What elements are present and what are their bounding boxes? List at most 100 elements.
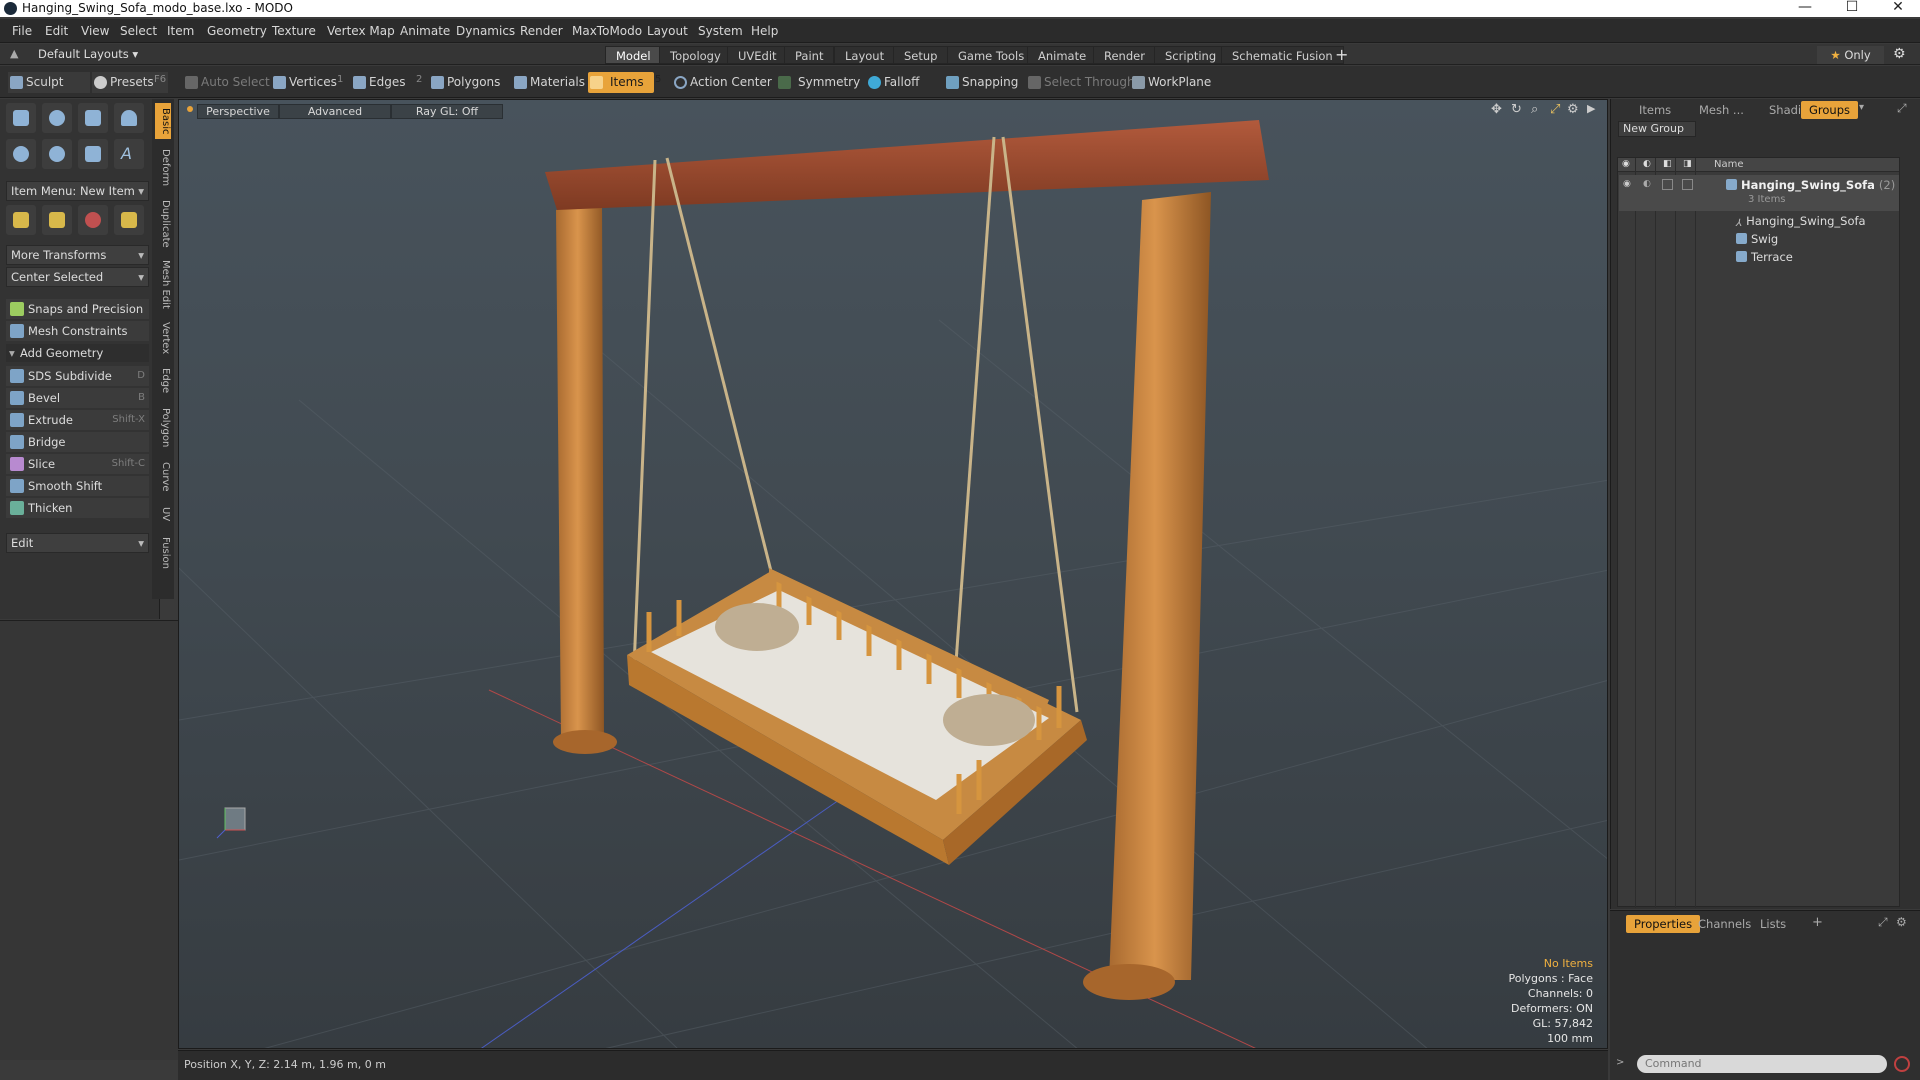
vtab-basic[interactable]: Basic xyxy=(155,103,171,139)
torus-icon[interactable] xyxy=(6,139,36,169)
tab-game-tools[interactable]: Game Tools xyxy=(947,46,1036,64)
group-child-swig[interactable]: Swig xyxy=(1736,232,1778,246)
action-center-button[interactable]: Action Center xyxy=(672,72,772,93)
vtab-mesh-edit[interactable]: Mesh Edit xyxy=(155,257,171,311)
text-icon[interactable]: A xyxy=(114,139,144,169)
tab-items[interactable]: Items xyxy=(1631,101,1679,119)
bevel-button[interactable]: Bevel B xyxy=(6,388,149,408)
menu-select[interactable]: Select xyxy=(120,24,157,38)
menu-vertex-map[interactable]: Vertex Map xyxy=(327,24,395,38)
group-visibility-icon[interactable]: ◉ xyxy=(1623,179,1631,189)
transform-icon[interactable] xyxy=(114,205,144,235)
tab-channels[interactable]: Channels xyxy=(1690,915,1759,933)
vertices-button[interactable]: Vertices xyxy=(271,72,337,93)
item-menu-dropdown[interactable]: Item Menu: New Item xyxy=(6,181,149,201)
menu-texture[interactable]: Texture xyxy=(272,24,316,38)
props-expand-icon[interactable]: ⤢ xyxy=(1878,915,1888,930)
eye-icon[interactable]: ◉ xyxy=(1622,159,1630,169)
tab-properties[interactable]: Properties xyxy=(1626,915,1701,933)
3d-viewport[interactable]: Perspective Advanced Ray GL: Off ✥ ↻ ⌕ ⤢… xyxy=(178,99,1608,1049)
layout-collapse-icon[interactable]: ▲ xyxy=(10,47,18,60)
select-through-button[interactable]: Select Through xyxy=(1026,72,1135,93)
tab-render[interactable]: Render xyxy=(1093,46,1156,64)
sculpt-button[interactable]: Sculpt xyxy=(8,72,90,93)
rotate-icon[interactable] xyxy=(42,205,72,235)
menu-view[interactable]: View xyxy=(81,24,109,38)
menu-render[interactable]: Render xyxy=(520,24,563,38)
group-lock-checkbox[interactable] xyxy=(1662,179,1673,190)
minimize-button[interactable]: — xyxy=(1785,0,1825,17)
group-child-hanging-swing-sofa[interactable]: ⅄ Hanging_Swing_Sofa xyxy=(1736,214,1866,229)
menu-geometry[interactable]: Geometry xyxy=(207,24,267,38)
falloff-button[interactable]: Falloff xyxy=(866,72,919,93)
close-button[interactable]: ✕ xyxy=(1878,0,1918,17)
add-props-tab-icon[interactable]: + xyxy=(1812,915,1823,930)
cone-icon[interactable] xyxy=(114,103,144,133)
materials-button[interactable]: Materials xyxy=(512,72,585,93)
snapping-button[interactable]: Snapping xyxy=(944,72,1018,93)
menu-system[interactable]: System xyxy=(698,24,743,38)
cube-icon[interactable] xyxy=(6,103,36,133)
group-render-icon[interactable]: ◐ xyxy=(1643,179,1651,189)
items-button[interactable]: Items xyxy=(588,72,654,93)
center-selected-dropdown[interactable]: Center Selected xyxy=(6,267,149,287)
menu-dynamics[interactable]: Dynamics xyxy=(456,24,515,38)
vtab-uv[interactable]: UV xyxy=(155,501,171,527)
pen-icon[interactable] xyxy=(78,139,108,169)
auto-select-button[interactable]: Auto Select xyxy=(183,72,270,93)
props-gear-icon[interactable]: ⚙ xyxy=(1896,915,1907,929)
bridge-button[interactable]: Bridge xyxy=(6,432,149,452)
more-transforms-dropdown[interactable]: More Transforms xyxy=(6,245,149,265)
menu-layout[interactable]: Layout xyxy=(647,24,688,38)
cylinder-icon[interactable] xyxy=(78,103,108,133)
tab-model[interactable]: Model xyxy=(605,46,662,64)
record-icon[interactable] xyxy=(1894,1056,1910,1072)
command-input[interactable]: Command xyxy=(1637,1055,1887,1073)
tab-setup[interactable]: Setup xyxy=(893,46,949,64)
sds-subdivide-button[interactable]: SDS Subdivide D xyxy=(6,366,149,386)
maximize-button[interactable]: ☐ xyxy=(1832,0,1872,17)
menu-edit[interactable]: Edit xyxy=(45,24,68,38)
sphere-icon[interactable] xyxy=(42,103,72,133)
gear-icon[interactable]: ⚙ xyxy=(1893,46,1906,62)
new-group-button[interactable]: New Group xyxy=(1618,121,1696,137)
tab-uvedit[interactable]: UVEdit xyxy=(727,46,788,64)
mesh-constraints-button[interactable]: Mesh Constraints xyxy=(6,321,149,341)
thicken-button[interactable]: Thicken xyxy=(6,498,149,518)
symmetry-button[interactable]: Symmetry xyxy=(776,72,860,93)
panel-expand-icon[interactable]: ⤢ xyxy=(1897,101,1907,116)
add-geometry-header[interactable]: Add Geometry xyxy=(6,344,149,362)
vtab-edge[interactable]: Edge xyxy=(155,363,171,399)
menu-maxtomodo[interactable]: MaxToModo xyxy=(572,24,642,38)
tab-mesh[interactable]: Mesh ... xyxy=(1691,101,1752,119)
menu-item[interactable]: Item xyxy=(167,24,194,38)
smooth-shift-button[interactable]: Smooth Shift xyxy=(6,476,149,496)
slice-button[interactable]: Slice Shift-C xyxy=(6,454,149,474)
default-layouts-dropdown[interactable]: Default Layouts ▾ xyxy=(38,47,138,61)
group-root-item[interactable]: Hanging_Swing_Sofa (2) xyxy=(1726,178,1895,192)
select-icon[interactable]: ◨ xyxy=(1683,159,1692,169)
extrude-button[interactable]: Extrude Shift-X xyxy=(6,410,149,430)
group-child-terrace[interactable]: Terrace xyxy=(1736,250,1793,264)
vtab-fusion[interactable]: Fusion xyxy=(155,531,171,575)
menu-file[interactable]: File xyxy=(12,24,32,38)
vtab-curve[interactable]: Curve xyxy=(155,457,171,497)
menu-help[interactable]: Help xyxy=(751,24,778,38)
vtab-vertex[interactable]: Vertex xyxy=(155,317,171,359)
tab-animate[interactable]: Animate xyxy=(1027,46,1098,64)
add-tab-icon[interactable]: + xyxy=(1335,45,1348,64)
group-select-checkbox[interactable] xyxy=(1682,179,1693,190)
tab-layout[interactable]: Layout xyxy=(834,46,896,64)
only-toggle[interactable]: ★ Only xyxy=(1817,46,1884,64)
snaps-precision-button[interactable]: Snaps and Precision xyxy=(6,299,149,319)
tab-schematic-fusion[interactable]: Schematic Fusion xyxy=(1221,46,1344,64)
capsule-icon[interactable] xyxy=(42,139,72,169)
vtab-duplicate[interactable]: Duplicate xyxy=(155,197,171,251)
polygons-button[interactable]: Polygons xyxy=(429,72,500,93)
tab-scripting[interactable]: Scripting xyxy=(1154,46,1228,64)
lock-icon[interactable]: ◧ xyxy=(1663,159,1672,169)
workplane-button[interactable]: WorkPlane xyxy=(1130,72,1211,93)
edit-dropdown[interactable]: Edit xyxy=(6,533,149,553)
render-icon[interactable]: ◐ xyxy=(1643,159,1651,169)
tab-paint[interactable]: Paint xyxy=(784,46,835,64)
